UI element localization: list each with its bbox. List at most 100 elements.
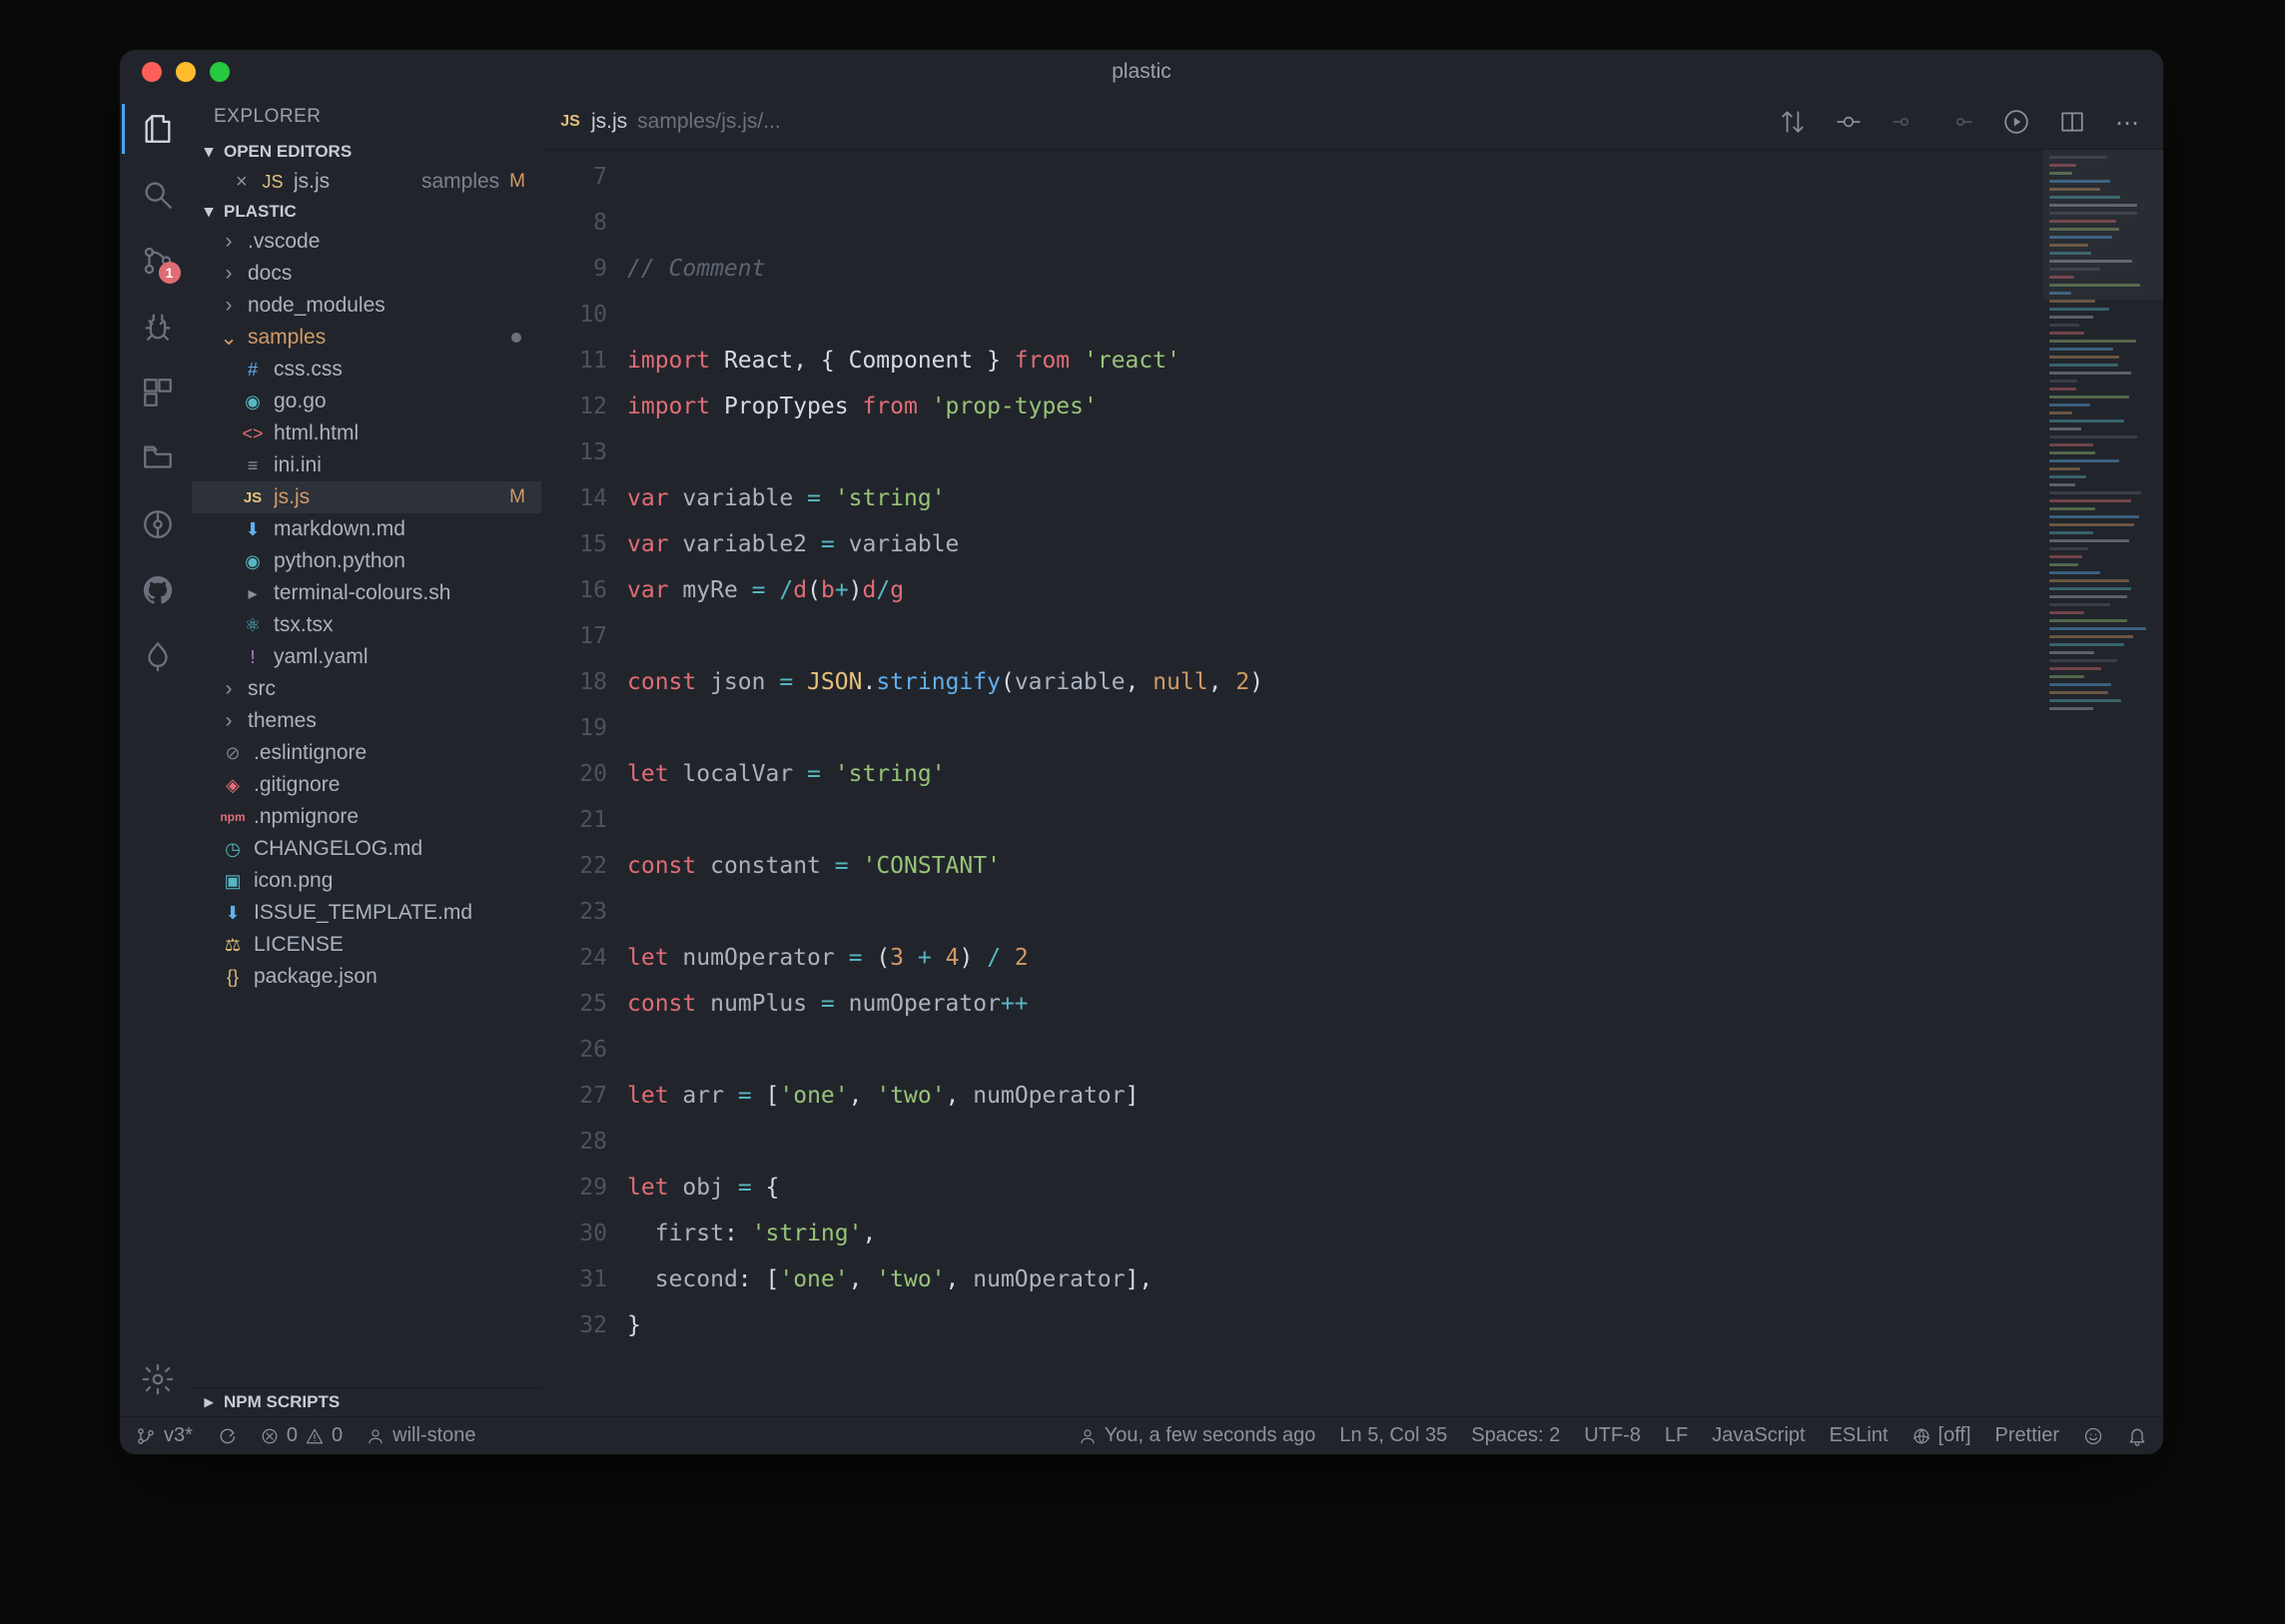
file-npmignore[interactable]: npm.npmignore (192, 801, 541, 833)
status-indentation[interactable]: Spaces: 2 (1471, 1424, 1560, 1447)
status-user[interactable]: will-stone (367, 1424, 475, 1447)
line-gutter: 7891011121314151617181920212223242526272… (541, 150, 627, 1416)
status-cursor-pos[interactable]: Ln 5, Col 35 (1339, 1424, 1447, 1447)
file-tsx[interactable]: ⚛tsx.tsx (192, 609, 541, 641)
vscode-window: plastic 1 (120, 50, 2163, 1454)
status-branch[interactable]: v3* (136, 1424, 193, 1447)
python-file-icon: ◉ (242, 550, 264, 572)
npm-scripts-header[interactable]: ▸ NPM SCRIPTS (192, 1387, 541, 1416)
code-line: const constant = 'CONSTANT' (627, 853, 1001, 879)
folder-src[interactable]: ›src (192, 673, 541, 705)
file-icon-png[interactable]: ▣icon.png (192, 865, 541, 897)
status-liveshare[interactable]: [off] (1912, 1424, 1971, 1447)
git-graph-icon[interactable] (137, 503, 179, 545)
compare-changes-icon[interactable] (1780, 109, 1806, 135)
tab-filename: js.js (591, 110, 627, 134)
code-line: first: 'string', (627, 1220, 876, 1246)
file-js[interactable]: JSjs.jsM (192, 481, 541, 513)
file-python[interactable]: ◉python.python (192, 545, 541, 577)
ini-file-icon: ≡ (242, 454, 264, 476)
debug-icon[interactable] (137, 306, 179, 348)
code-line: let localVar = 'string' (627, 761, 946, 787)
license-file-icon: ⚖ (222, 934, 244, 956)
github-icon[interactable] (137, 569, 179, 611)
modified-badge: M (509, 171, 525, 193)
tab-jsjs[interactable]: JS js.js samples/js.js/... (541, 94, 799, 149)
code-line: const numPlus = numOperator++ (627, 991, 1029, 1017)
minimap[interactable] (2043, 150, 2163, 1416)
code-line: second: ['one', 'two', numOperator], (627, 1266, 1152, 1292)
status-encoding[interactable]: UTF-8 (1584, 1424, 1641, 1447)
status-sync[interactable] (217, 1426, 237, 1446)
open-editors-header[interactable]: ▾ OPEN EDITORS (192, 138, 541, 166)
file-terminal[interactable]: ▸terminal-colours.sh (192, 577, 541, 609)
code-line: var variable2 = variable (627, 531, 959, 557)
folder-docs[interactable]: ›docs (192, 258, 541, 290)
folder-node-modules[interactable]: ›node_modules (192, 290, 541, 322)
explorer-icon[interactable] (137, 108, 179, 150)
npm-scripts-label: NPM SCRIPTS (224, 1392, 340, 1412)
close-icon[interactable]: × (236, 171, 252, 194)
image-file-icon: ▣ (222, 870, 244, 892)
run-icon[interactable] (2003, 109, 2029, 135)
extensions-icon[interactable] (137, 372, 179, 413)
status-prettier[interactable]: Prettier (1995, 1424, 2059, 1447)
open-editor-name: js.js (294, 170, 411, 194)
file-eslintignore[interactable]: ⊘.eslintignore (192, 737, 541, 769)
js-file-icon: JS (242, 486, 264, 508)
modified-badge: M (509, 486, 525, 508)
markdown-file-icon: ⬇ (222, 902, 244, 924)
file-license[interactable]: ⚖LICENSE (192, 929, 541, 961)
code-line: const json = JSON.stringify(variable, nu… (627, 669, 1263, 695)
code-line: import PropTypes from 'prop-types' (627, 394, 1098, 419)
code-content[interactable]: // Comment import React, { Component } f… (627, 150, 2043, 1416)
folder-vscode[interactable]: ›.vscode (192, 226, 541, 258)
file-changelog[interactable]: ◷CHANGELOG.md (192, 833, 541, 865)
next-change-icon[interactable] (1947, 109, 1973, 135)
settings-gear-icon[interactable] (137, 1358, 179, 1400)
status-blame[interactable]: You, a few seconds ago (1079, 1424, 1316, 1447)
folder-samples[interactable]: ⌄samples (192, 322, 541, 354)
file-markdown[interactable]: ⬇markdown.md (192, 513, 541, 545)
titlebar: plastic (120, 50, 2163, 94)
git-commit-icon[interactable] (1836, 109, 1862, 135)
more-actions-icon[interactable]: ⋯ (2115, 109, 2141, 135)
search-icon[interactable] (137, 174, 179, 216)
folder-themes[interactable]: ›themes (192, 705, 541, 737)
source-control-icon[interactable]: 1 (137, 240, 179, 282)
folder-icon[interactable] (137, 437, 179, 479)
tab-breadcrumb: samples/js.js/... (637, 110, 781, 134)
open-editor-item[interactable]: × JS js.js samples M (192, 166, 541, 198)
js-file-icon: JS (559, 111, 581, 133)
file-ini[interactable]: ≡ini.ini (192, 449, 541, 481)
tree-icon[interactable] (137, 635, 179, 677)
chevron-right-icon: › (220, 294, 238, 318)
code-area: 7891011121314151617181920212223242526272… (541, 150, 2163, 1416)
file-package-json[interactable]: {}package.json (192, 961, 541, 993)
file-html[interactable]: <>html.html (192, 417, 541, 449)
file-yaml[interactable]: !yaml.yaml (192, 641, 541, 673)
status-eol[interactable]: LF (1665, 1424, 1688, 1447)
status-bell-icon[interactable] (2127, 1426, 2147, 1446)
code-line: var myRe = /d(b+)d/g (627, 577, 904, 603)
chevron-right-icon: › (220, 262, 238, 286)
json-file-icon: {} (222, 966, 244, 988)
workspace-header[interactable]: ▾ PLASTIC (192, 198, 541, 226)
file-gitignore[interactable]: ◈.gitignore (192, 769, 541, 801)
minimap-content (2049, 156, 2157, 1410)
yaml-file-icon: ! (242, 646, 264, 668)
prev-change-icon[interactable] (1892, 109, 1917, 135)
chevron-right-icon: › (220, 709, 238, 733)
status-eslint[interactable]: ESLint (1830, 1424, 1889, 1447)
file-css[interactable]: #css.css (192, 354, 541, 386)
file-go[interactable]: ◉go.go (192, 386, 541, 417)
open-editor-dir: samples (421, 170, 499, 194)
git-file-icon: ◈ (222, 774, 244, 796)
status-feedback-icon[interactable] (2083, 1426, 2103, 1446)
file-issue-template[interactable]: ⬇ISSUE_TEMPLATE.md (192, 897, 541, 929)
tsx-file-icon: ⚛ (242, 614, 264, 636)
status-problems[interactable]: 0 0 (261, 1424, 343, 1447)
split-editor-icon[interactable] (2059, 109, 2085, 135)
code-line: } (627, 1312, 641, 1338)
status-language[interactable]: JavaScript (1712, 1424, 1805, 1447)
